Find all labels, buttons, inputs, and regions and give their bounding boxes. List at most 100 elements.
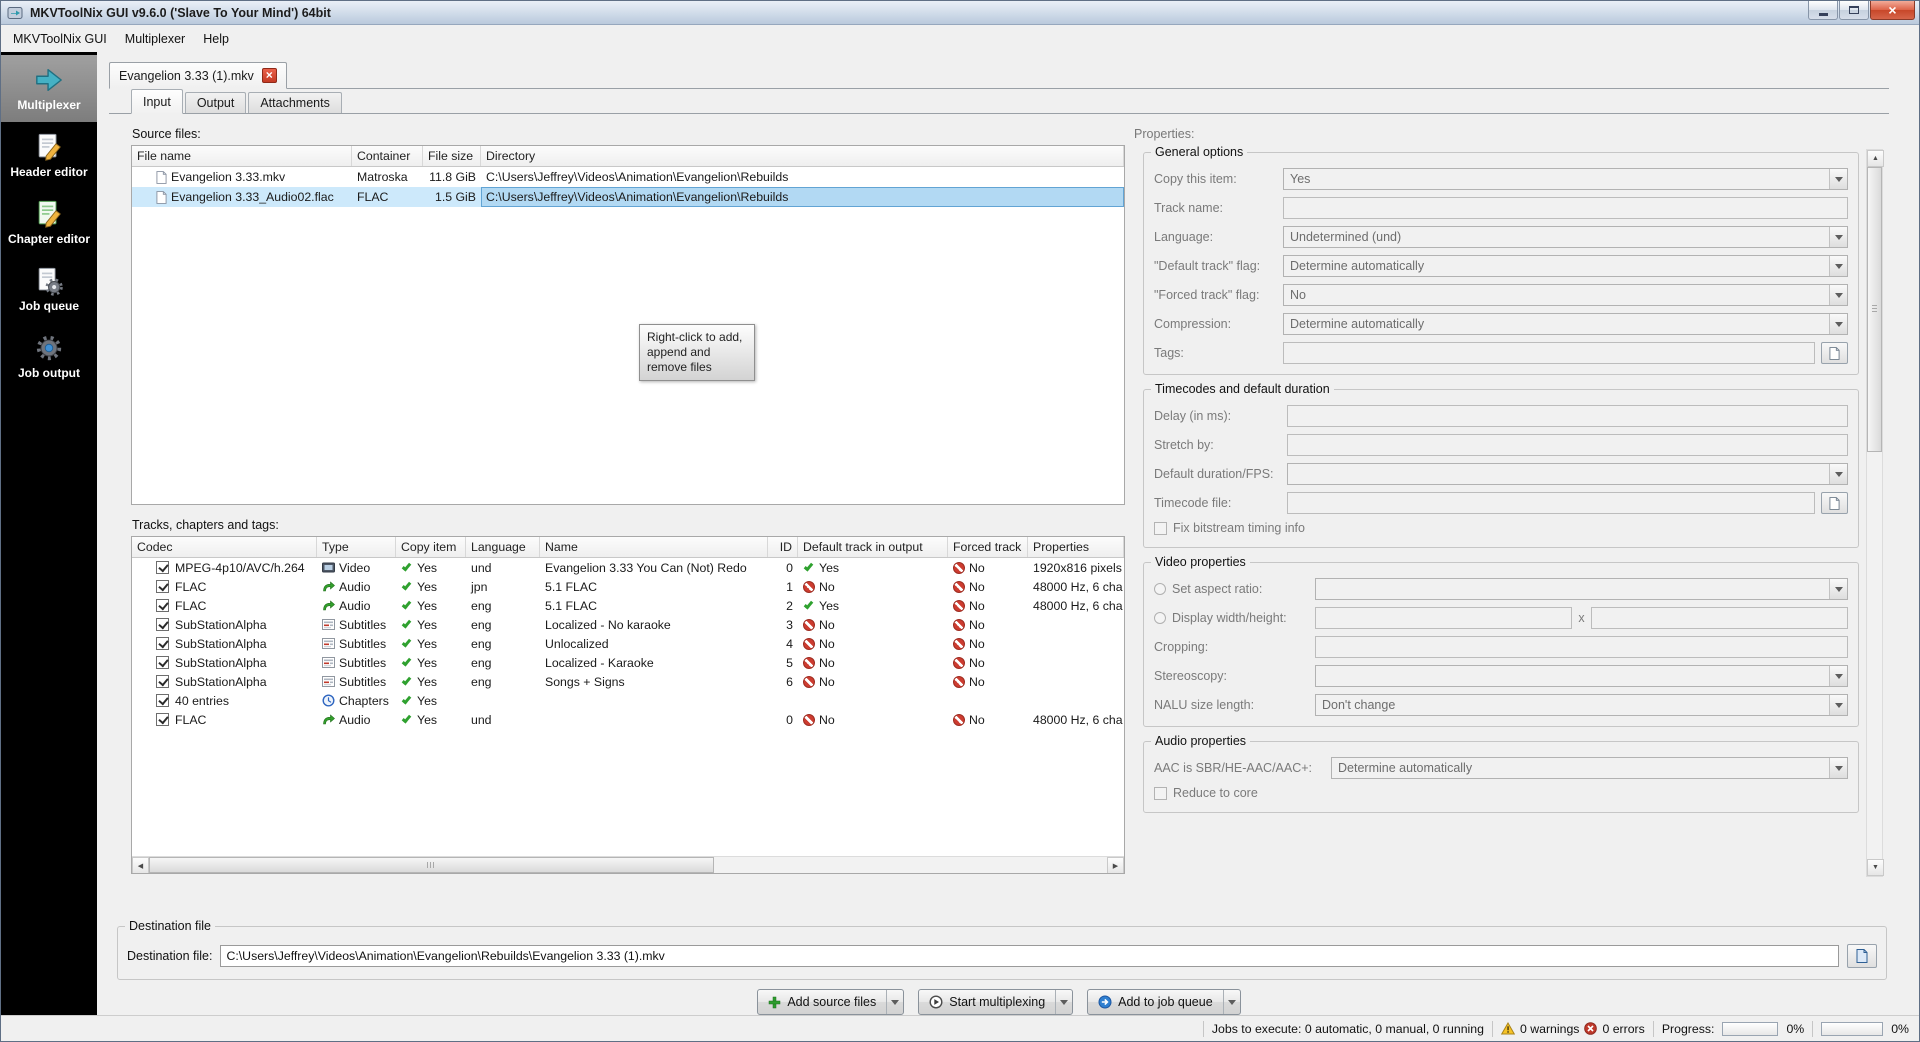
compression-select[interactable]: Determine automatically: [1283, 313, 1848, 335]
start-multiplexing-menu-button[interactable]: [1055, 990, 1072, 1014]
track-row[interactable]: FLAC Audio Yes jpn 5.1 FLAC 1 No No 4800…: [132, 577, 1124, 596]
source-file-row[interactable]: Evangelion 3.33.mkv Matroska 11.8 GiB C:…: [132, 167, 1124, 187]
menu-item-help[interactable]: Help: [194, 28, 238, 50]
column-header-file-size[interactable]: File size: [423, 146, 481, 166]
vertical-scrollbar[interactable]: [1866, 149, 1884, 877]
tags-browse-button[interactable]: [1821, 342, 1848, 364]
minimize-button[interactable]: [1808, 1, 1838, 20]
copy-this-item-select[interactable]: Yes: [1283, 168, 1848, 190]
cropping-input[interactable]: [1315, 636, 1848, 658]
horizontal-scrollbar[interactable]: [132, 856, 1124, 873]
aspect-ratio-radio[interactable]: [1154, 583, 1166, 595]
source-file-row-selected[interactable]: Evangelion 3.33_Audio02.flac FLAC 1.5 Gi…: [132, 187, 1124, 207]
maximize-button[interactable]: [1839, 1, 1869, 20]
display-height-input[interactable]: [1590, 607, 1848, 629]
aac-sbr-select[interactable]: Determine automatically: [1331, 757, 1848, 779]
stereoscopy-select[interactable]: [1315, 665, 1848, 687]
track-row[interactable]: SubStationAlpha Subtitles Yes eng Songs …: [132, 672, 1124, 691]
column-header-name[interactable]: Name: [540, 537, 768, 557]
track-checkbox-checked[interactable]: [156, 561, 169, 574]
track-checkbox-checked[interactable]: [156, 599, 169, 612]
track-row[interactable]: FLAC Audio Yes und 0 No No 48000 Hz, 6 c…: [132, 710, 1124, 729]
tab-input[interactable]: Input: [131, 89, 183, 114]
browse-icon: [1856, 949, 1868, 963]
timecode-file-input[interactable]: [1287, 492, 1815, 514]
column-header-codec[interactable]: Codec: [132, 537, 317, 557]
stretch-by-input[interactable]: [1287, 434, 1848, 456]
track-checkbox-checked[interactable]: [156, 618, 169, 631]
scroll-right-button[interactable]: [1107, 857, 1124, 873]
track-checkbox-checked[interactable]: [156, 675, 169, 688]
add-source-files-button[interactable]: Add source files: [757, 989, 905, 1015]
column-header-container[interactable]: Container: [352, 146, 423, 166]
menu-item-multiplexer[interactable]: Multiplexer: [116, 28, 194, 50]
app-body: Multiplexer Header editor Chapter editor…: [1, 52, 1919, 1015]
start-multiplexing-button[interactable]: Start multiplexing: [918, 989, 1074, 1015]
column-header-forced-track[interactable]: Forced track: [948, 537, 1028, 557]
column-header-copy-item[interactable]: Copy item: [396, 537, 466, 557]
column-header-properties[interactable]: Properties: [1028, 537, 1124, 557]
sidebar-item-multiplexer[interactable]: Multiplexer: [1, 55, 97, 122]
column-header-language[interactable]: Language: [466, 537, 540, 557]
sidebar-item-header-editor[interactable]: Header editor: [1, 122, 97, 189]
timecode-file-browse-button[interactable]: [1821, 492, 1848, 514]
track-row[interactable]: SubStationAlpha Subtitles Yes eng Unloca…: [132, 634, 1124, 653]
fix-bitstream-checkbox[interactable]: [1154, 521, 1167, 535]
sidebar-item-chapter-editor[interactable]: Chapter editor: [1, 189, 97, 256]
track-row[interactable]: MPEG-4p10/AVC/h.264 Video Yes und Evange…: [132, 558, 1124, 577]
track-row[interactable]: SubStationAlpha Subtitles Yes eng Locali…: [132, 615, 1124, 634]
add-to-job-queue-button[interactable]: Add to job queue: [1087, 989, 1241, 1015]
sidebar-item-job-output[interactable]: Job output: [1, 323, 97, 390]
menu-item-mkvtoolnix-gui[interactable]: MKVToolNix GUI: [4, 28, 116, 50]
scroll-down-button[interactable]: [1867, 859, 1884, 876]
sidebar-item-job-queue[interactable]: Job queue: [1, 256, 97, 323]
nalu-size-select[interactable]: Don't change: [1315, 694, 1848, 716]
default-duration-select[interactable]: [1287, 463, 1848, 485]
job-output-icon: [34, 333, 64, 363]
aspect-ratio-select[interactable]: [1315, 578, 1848, 600]
default-track-flag-label: "Default track" flag:: [1154, 259, 1261, 273]
track-row[interactable]: SubStationAlpha Subtitles Yes eng Locali…: [132, 653, 1124, 672]
display-width-input[interactable]: [1315, 607, 1573, 629]
track-row[interactable]: FLAC Audio Yes eng 5.1 FLAC 2 Yes No 480…: [132, 596, 1124, 615]
subtitles-icon: [322, 618, 335, 631]
track-row[interactable]: 40 entries Chapters Yes: [132, 691, 1124, 710]
reduce-to-core-checkbox[interactable]: [1154, 786, 1167, 800]
scrollbar-thumb[interactable]: [149, 857, 714, 873]
track-checkbox-checked[interactable]: [156, 637, 169, 650]
tab-output[interactable]: Output: [184, 92, 247, 113]
group-title: Timecodes and default duration: [1151, 382, 1334, 396]
track-name-input[interactable]: [1283, 197, 1848, 219]
tab-close-button[interactable]: [261, 68, 277, 83]
display-dimensions-radio[interactable]: [1154, 612, 1166, 624]
close-button[interactable]: [1870, 1, 1915, 20]
track-checkbox-checked[interactable]: [156, 694, 169, 707]
column-header-default-track[interactable]: Default track in output: [798, 537, 948, 557]
column-header-type[interactable]: Type: [317, 537, 396, 557]
scroll-left-button[interactable]: [132, 857, 149, 873]
add-source-files-menu-button[interactable]: [886, 990, 903, 1014]
title-bar[interactable]: MKVToolNix GUI v9.6.0 ('Slave To Your Mi…: [1, 1, 1919, 25]
column-header-id[interactable]: ID: [768, 537, 798, 557]
tab-attachments[interactable]: Attachments: [248, 92, 342, 113]
default-track-flag-select[interactable]: Determine automatically: [1283, 255, 1848, 277]
track-checkbox-checked[interactable]: [156, 656, 169, 669]
scrollbar-thumb[interactable]: [1867, 167, 1882, 452]
yes-icon: [401, 712, 412, 724]
language-select[interactable]: Undetermined (und): [1283, 226, 1848, 248]
add-to-job-queue-menu-button[interactable]: [1222, 990, 1240, 1014]
tab-evangelion-mkv[interactable]: Evangelion 3.33 (1).mkv: [109, 62, 287, 89]
destination-browse-button[interactable]: [1847, 944, 1877, 968]
forced-track-flag-select[interactable]: No: [1283, 284, 1848, 306]
tags-input[interactable]: [1283, 342, 1815, 364]
destination-file-input[interactable]: [220, 945, 1839, 967]
chapter-editor-icon: [34, 199, 64, 229]
track-checkbox-checked[interactable]: [156, 713, 169, 726]
default-duration-label: Default duration/FPS:: [1154, 467, 1274, 481]
track-checkbox-checked[interactable]: [156, 580, 169, 593]
scroll-up-button[interactable]: [1867, 150, 1884, 167]
delay-input[interactable]: [1287, 405, 1848, 427]
column-header-file-name[interactable]: File name: [132, 146, 352, 166]
column-header-directory[interactable]: Directory: [481, 146, 1124, 166]
file-directory: C:\Users\Jeffrey\Videos\Animation\Evange…: [486, 170, 789, 184]
